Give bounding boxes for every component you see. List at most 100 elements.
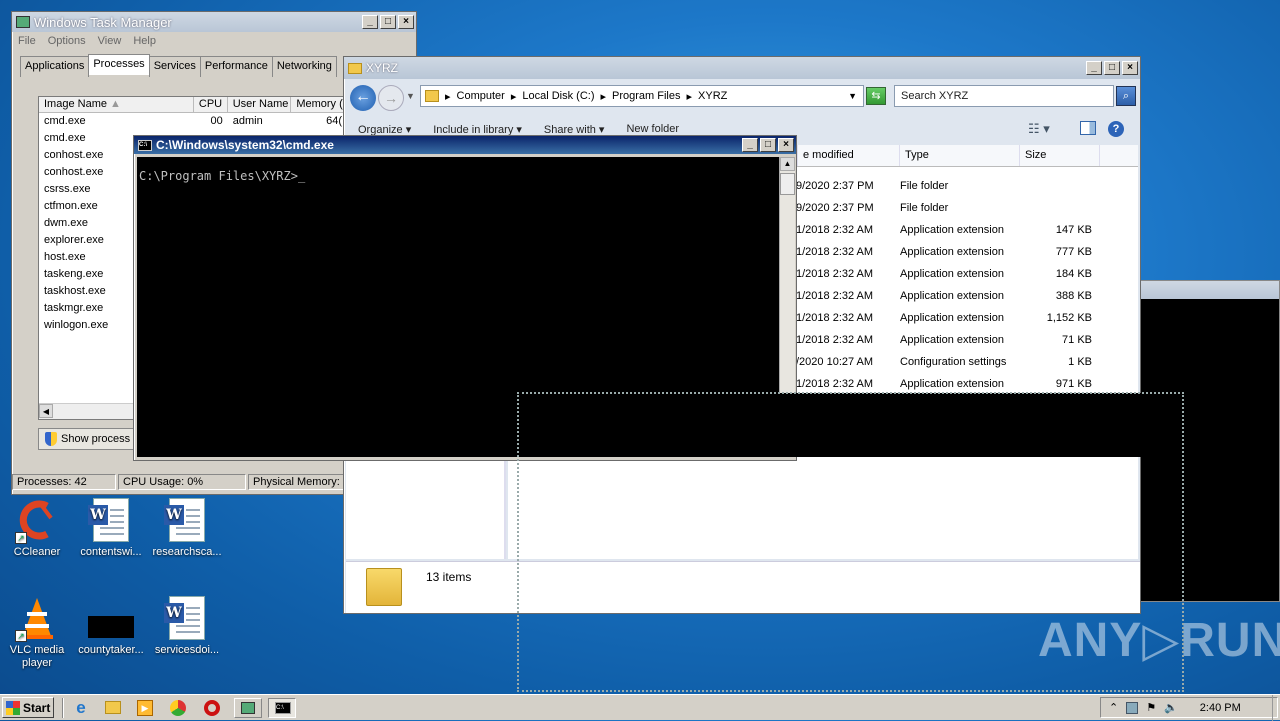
task-manager-titlebar[interactable]: Windows Task Manager _ □ × [12,12,416,32]
menu-help[interactable]: Help [133,35,156,47]
file-row[interactable]: 9/2020 2:37 PM File folder [796,175,1092,197]
explorer-taskbar-icon[interactable] [102,698,124,718]
desktop-icon-contentswi[interactable]: W contentswi... [76,498,146,558]
cmd-taskbar-icon[interactable]: C:\ [268,698,296,718]
back-button[interactable]: ← [350,85,376,111]
minimize-button[interactable]: _ [742,138,758,152]
tab-processes[interactable]: Processes [88,54,150,75]
desktop-icon-vlc[interactable]: ↗ VLC media player [2,596,72,670]
close-button[interactable]: × [398,15,414,29]
file-row[interactable]: 1/2018 2:32 AM Application extension 777 K… [796,241,1092,263]
window-title: XYRZ [366,61,399,75]
opera-icon[interactable] [202,698,224,718]
desktop-icon-researchsca[interactable]: W researchsca... [152,498,222,558]
help-icon[interactable]: ? [1108,121,1124,137]
menu-bar: File Options View Help [12,32,416,50]
chevron-down-icon[interactable]: ▼ [848,91,857,101]
file-row[interactable]: 1/2018 2:32 AM Application extension 1,152… [796,307,1092,329]
show-desktop-button[interactable] [1272,695,1280,721]
file-size: 71 KB [1062,334,1092,346]
media-player-icon[interactable]: ▶ [135,698,157,718]
file-size [1032,197,1092,219]
tab-services[interactable]: Services [148,56,201,77]
column-type[interactable]: Type [900,145,1020,166]
network-icon[interactable] [1126,701,1139,714]
desktop-icon-ccleaner[interactable]: ↗ CCleaner [2,498,72,558]
task-manager-icon [16,16,30,28]
view-options-icon[interactable]: ☷ ▾ [1028,121,1050,137]
breadcrumb-local-disk[interactable]: Local Disk (C:) [522,90,594,102]
menu-file[interactable]: File [18,35,36,47]
volume-icon[interactable]: 🔈 [1164,701,1178,714]
breadcrumb-separator: ▸ [510,90,517,103]
file-type: Application extension [900,246,1004,258]
status-processes: Processes: 42 [12,474,116,490]
start-button[interactable]: Start [2,697,54,718]
cmd-titlebar[interactable]: C:\ C:\Windows\system32\cmd.exe _ □ × [134,136,796,154]
scroll-thumb[interactable] [780,173,795,195]
search-icon[interactable]: ⌕ [1116,86,1136,106]
maximize-button[interactable]: □ [760,138,776,152]
recent-pages-dropdown-icon[interactable]: ▼ [406,91,415,101]
table-row[interactable]: cmd.exe 00 admin 64( [39,113,347,130]
tab-performance[interactable]: Performance [199,56,273,77]
tab-applications[interactable]: Applications [20,56,90,77]
file-date: 1/2018 2:32 AM [796,290,874,302]
task-manager-taskbar-icon[interactable] [234,698,262,718]
action-center-icon[interactable]: ⚑ [1146,701,1156,714]
refresh-button[interactable]: ⇆ [866,87,886,105]
file-type: Application extension [900,312,1004,324]
column-date-modified[interactable]: e modified [798,145,900,166]
desktop-icon-label: countytaker... [78,644,144,656]
breadcrumb-program-files[interactable]: Program Files [612,90,680,102]
file-row[interactable]: 1/2018 2:32 AM Application extension 71 KB [796,329,1092,351]
address-bar[interactable]: ▸ Computer ▸ Local Disk (C:) ▸ Program F… [420,85,864,107]
scroll-up-icon[interactable]: ▲ [780,157,795,171]
explorer-titlebar[interactable]: XYRZ _ □ × [344,57,1140,79]
menu-options[interactable]: Options [48,35,86,47]
file-size: 1 KB [1068,356,1092,368]
file-row[interactable]: 1/2018 2:32 AM Application extension 147 K… [796,219,1092,241]
file-date: 1/2018 2:32 AM [796,312,874,324]
column-memory[interactable]: Memory ( [291,97,347,112]
uac-shield-icon [45,432,57,446]
column-user-name[interactable]: User Name [228,97,292,112]
desktop-icon-servicesdoi[interactable]: W servicesdoi... [152,596,222,656]
window-title: Windows Task Manager [34,14,172,30]
show-hidden-icons-icon[interactable]: ⌃ [1109,701,1118,714]
menu-view[interactable]: View [98,35,122,47]
forward-button[interactable]: → [378,85,404,111]
breadcrumb-xyrz[interactable]: XYRZ [698,90,727,102]
chrome-icon[interactable] [168,698,190,718]
system-tray: ⌃ ⚑ 🔈 2:40 PM [1100,697,1278,718]
file-row[interactable]: /2020 10:27 AM Configuration settings 1 KB [796,351,1092,373]
column-size[interactable]: Size [1020,145,1100,166]
file-row[interactable]: 1/2018 2:32 AM Application extension 388 K… [796,285,1092,307]
file-row[interactable]: 9/2020 2:37 PM File folder [796,197,1092,219]
scroll-left-icon[interactable]: ◀ [39,404,53,418]
clock[interactable]: 2:40 PM [1200,702,1241,714]
maximize-button[interactable]: □ [380,15,396,29]
file-size: 184 KB [1055,268,1092,280]
file-type: Application extension [900,268,1004,280]
file-type: Application extension [900,224,1004,236]
tab-networking[interactable]: Networking [271,56,337,77]
desktop-icon-countytaker[interactable]: countytaker... [76,596,146,656]
preview-pane-icon[interactable] [1080,121,1096,135]
close-button[interactable]: × [778,138,794,152]
close-button[interactable]: × [1122,61,1138,75]
search-input[interactable]: Search XYRZ [894,85,1114,107]
file-row[interactable]: 1/2018 2:32 AM Application extension 184 K… [796,263,1092,285]
breadcrumb-separator: ▸ [445,90,451,103]
console-prompt: C:\Program Files\XYRZ>_ [139,169,306,183]
folder-icon [348,62,362,74]
minimize-button[interactable]: _ [362,15,378,29]
minimize-button[interactable]: _ [1086,61,1102,75]
file-date: 1/2018 2:32 AM [796,246,874,258]
column-image-name[interactable]: Image Name ▲ [39,97,194,112]
maximize-button[interactable]: □ [1104,61,1120,75]
internet-explorer-icon[interactable]: e [70,698,92,718]
breadcrumb-computer[interactable]: Computer [457,90,505,102]
column-cpu[interactable]: CPU [194,97,228,112]
start-label: Start [23,700,51,715]
